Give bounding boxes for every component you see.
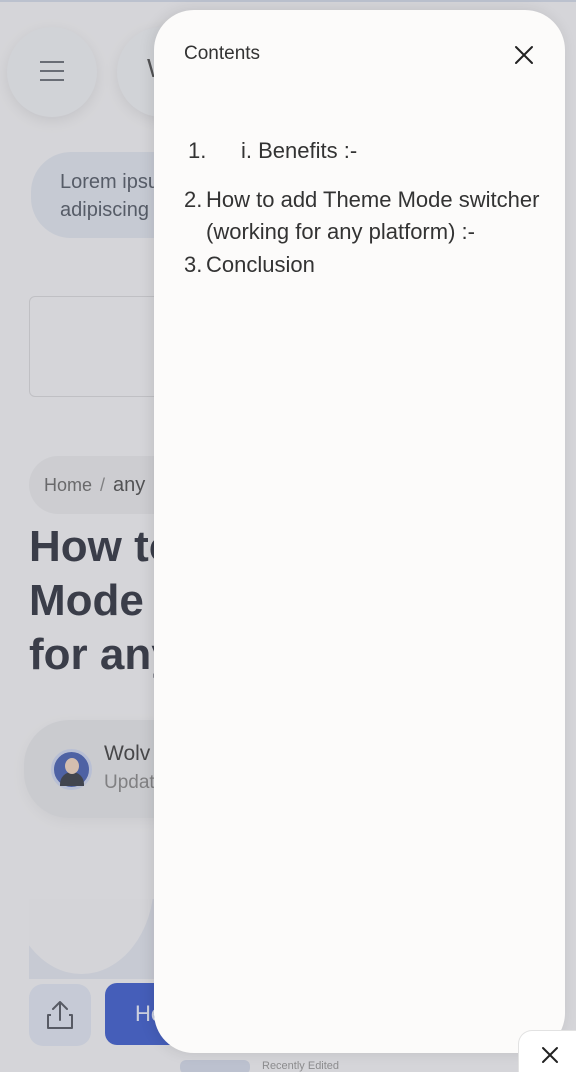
corner-close-button[interactable] xyxy=(518,1030,576,1072)
close-icon xyxy=(515,46,533,64)
toc-number: 1. xyxy=(188,138,207,163)
toc-label[interactable]: Conclusion xyxy=(206,249,559,281)
toc-label[interactable]: How to add Theme Mode switcher (working … xyxy=(206,184,559,248)
table-of-contents: 1. i. Benefits :- 2. How to add Theme Mo… xyxy=(184,135,559,282)
drawer-title: Contents xyxy=(184,43,261,64)
toc-number: 2. xyxy=(184,187,203,212)
toc-item-conclusion[interactable]: 3. Conclusion xyxy=(184,249,559,281)
toc-item-how-to[interactable]: 2. How to add Theme Mode switcher (worki… xyxy=(184,184,559,248)
close-drawer-button[interactable] xyxy=(513,44,535,66)
toc-item-benefits[interactable]: 1. i. Benefits :- xyxy=(184,135,559,167)
close-icon xyxy=(542,1047,558,1063)
toc-label[interactable]: i. Benefits :- xyxy=(241,135,559,167)
contents-drawer: Contents 1. i. Benefits :- 2. How to add… xyxy=(154,10,565,1053)
toc-number: 3. xyxy=(184,252,203,277)
